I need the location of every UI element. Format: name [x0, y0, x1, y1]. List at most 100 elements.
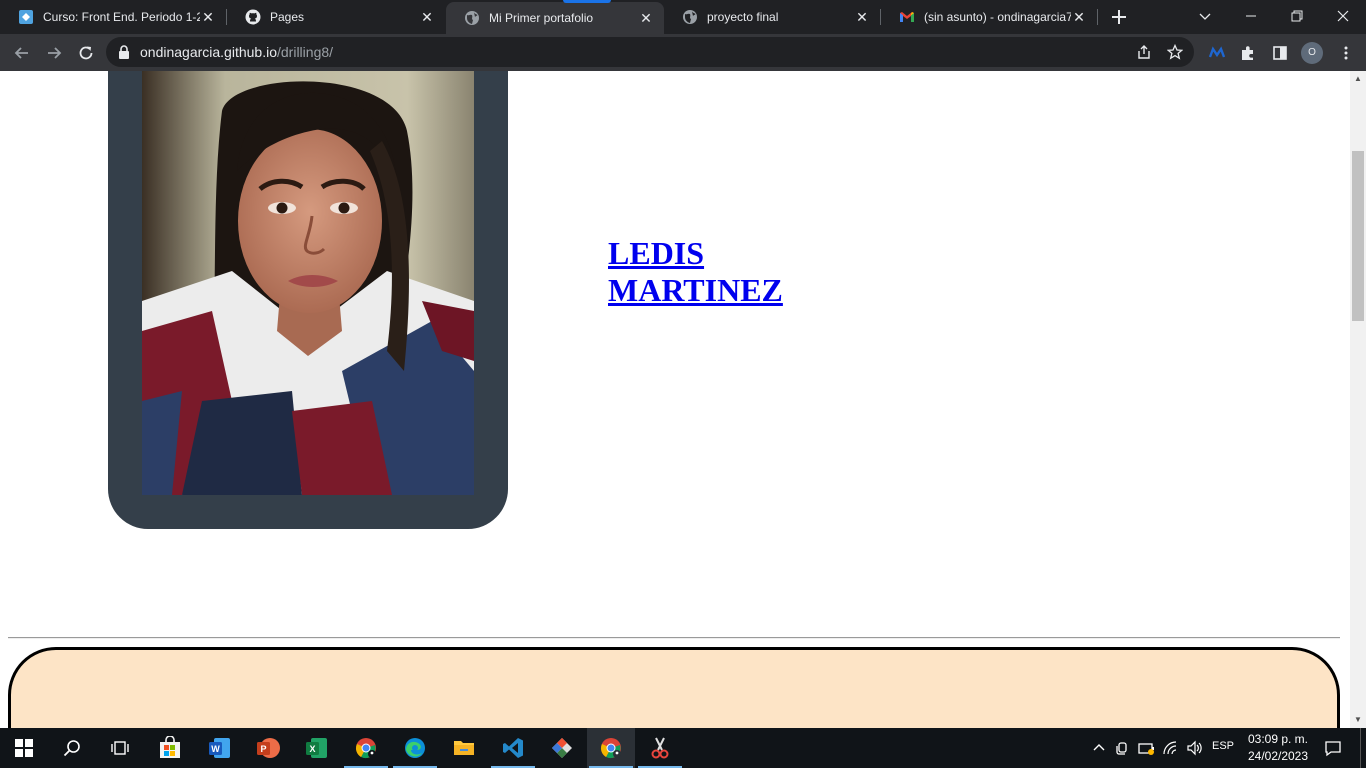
tab-gmail[interactable]: (sin asunto) - ondinagarcia78 ✕ [881, 0, 1097, 34]
tray-overflow-button[interactable] [1090, 728, 1108, 768]
minimize-icon [1246, 15, 1256, 17]
chrome-profile-icon [356, 738, 376, 759]
notification-icon [1325, 741, 1341, 757]
page-viewport: LEDIS MARTINEZ [0, 71, 1350, 728]
svg-text:P: P [260, 744, 266, 754]
powerpoint-icon: P [257, 738, 280, 758]
restore-button[interactable] [1274, 0, 1320, 32]
close-window-button[interactable] [1320, 0, 1366, 32]
course-icon [18, 9, 34, 25]
puzzle-icon [1242, 46, 1253, 60]
extension-m-button[interactable] [1203, 39, 1231, 67]
vscode-icon [503, 738, 523, 758]
extensions-button[interactable] [1234, 39, 1262, 67]
globe-icon [682, 9, 698, 25]
file-explorer-app[interactable] [440, 728, 488, 768]
url-text: ondinagarcia.github.io/drilling8/ [140, 44, 333, 60]
close-icon[interactable]: ✕ [419, 9, 435, 25]
name-link[interactable]: LEDIS MARTINEZ [608, 235, 828, 309]
show-desktop-button[interactable] [1360, 728, 1361, 768]
page-scrollbar[interactable]: ▲ ▼ [1350, 71, 1366, 728]
input-language[interactable]: ESP [1212, 740, 1234, 752]
content-card [8, 647, 1340, 728]
scroll-down-arrow-icon[interactable]: ▼ [1350, 712, 1366, 728]
menu-button[interactable] [1332, 39, 1360, 67]
notifications-button[interactable] [1320, 728, 1346, 768]
edge-icon [405, 738, 425, 758]
lock-icon[interactable] [118, 45, 130, 59]
volume-button[interactable] [1184, 728, 1206, 768]
git-app[interactable] [538, 728, 586, 768]
scroll-up-arrow-icon[interactable]: ▲ [1350, 71, 1366, 87]
windows-taskbar: W P X ESP 03:09 p. m. 24/02/2023 [0, 728, 1366, 768]
tab-title: Mi Primer portafolio [489, 11, 594, 25]
forward-button[interactable] [40, 39, 68, 67]
store-icon [160, 736, 180, 758]
name-last: MARTINEZ [608, 272, 783, 308]
clock-time: 03:09 p. m. [1247, 732, 1309, 746]
more-vertical-icon [1344, 46, 1348, 60]
profile-photo [142, 71, 474, 495]
network-button[interactable] [1160, 728, 1182, 768]
search-button[interactable] [48, 728, 96, 768]
share-icon[interactable] [1134, 42, 1154, 62]
url-path: /drilling8/ [277, 44, 334, 60]
tab-proyecto[interactable]: proyecto final ✕ [664, 0, 880, 34]
git-icon [552, 738, 572, 758]
scroll-thumb[interactable] [1352, 151, 1364, 321]
store-app[interactable] [146, 728, 194, 768]
profile-avatar[interactable]: O [1301, 42, 1323, 64]
tab-title: Curso: Front End. Periodo 1-2 [43, 10, 200, 24]
edge-app[interactable] [391, 728, 439, 768]
clock-date: 24/02/2023 [1247, 749, 1309, 763]
tab-separator [1097, 9, 1098, 25]
start-button[interactable] [0, 728, 48, 768]
tab-audio-indicator [563, 0, 611, 3]
tab-curso[interactable]: Curso: Front End. Periodo 1-2 ✕ [0, 0, 226, 34]
reload-icon [79, 46, 93, 60]
github-icon [245, 9, 261, 25]
clock[interactable]: 03:09 p. m. 24/02/2023 [1240, 731, 1316, 765]
reload-button[interactable] [72, 39, 100, 67]
tab-search-button[interactable] [1182, 0, 1228, 32]
close-icon [1337, 10, 1349, 22]
tab-title: proyecto final [707, 10, 779, 24]
excel-app[interactable]: X [293, 728, 341, 768]
battery-button[interactable] [1136, 728, 1158, 768]
tab-portfolio[interactable]: Mi Primer portafolio ✕ [446, 2, 664, 34]
url-host: ondinagarcia.github.io [140, 44, 277, 60]
side-panel-button[interactable] [1266, 39, 1294, 67]
meet-now-button[interactable] [1112, 728, 1134, 768]
tab-pages[interactable]: Pages ✕ [227, 0, 445, 34]
close-icon[interactable]: ✕ [200, 9, 216, 25]
new-tab-button[interactable] [1108, 6, 1130, 28]
chrome-app[interactable] [587, 728, 635, 768]
snipping-tool-icon [651, 737, 669, 759]
name-first: LEDIS [608, 235, 705, 271]
minimize-button[interactable] [1228, 0, 1274, 32]
vscode-app[interactable] [489, 728, 537, 768]
file-explorer-icon [454, 741, 474, 755]
word-app[interactable]: W [196, 728, 244, 768]
tab-title: (sin asunto) - ondinagarcia78 [924, 10, 1071, 24]
chrome-profile-app[interactable] [342, 728, 390, 768]
bookmark-star-icon[interactable] [1165, 42, 1185, 62]
snipping-tool-app[interactable] [636, 728, 684, 768]
svg-text:X: X [309, 744, 315, 754]
plus-icon [1112, 10, 1126, 24]
close-icon[interactable]: ✕ [638, 10, 654, 26]
battery-icon [1138, 743, 1154, 755]
wifi-icon [1163, 741, 1177, 755]
close-icon[interactable]: ✕ [854, 9, 870, 25]
back-button[interactable] [8, 39, 36, 67]
task-view-button[interactable] [96, 728, 144, 768]
powerpoint-app[interactable]: P [244, 728, 292, 768]
chevron-down-icon [1199, 13, 1211, 20]
address-bar[interactable]: ondinagarcia.github.io/drilling8/ [106, 37, 1194, 67]
browser-toolbar: ondinagarcia.github.io/drilling8/ O [0, 34, 1366, 72]
close-icon[interactable]: ✕ [1071, 9, 1087, 25]
excel-icon: X [306, 738, 327, 758]
chrome-icon [601, 738, 621, 759]
svg-text:W: W [211, 744, 220, 754]
restore-icon [1291, 10, 1303, 22]
